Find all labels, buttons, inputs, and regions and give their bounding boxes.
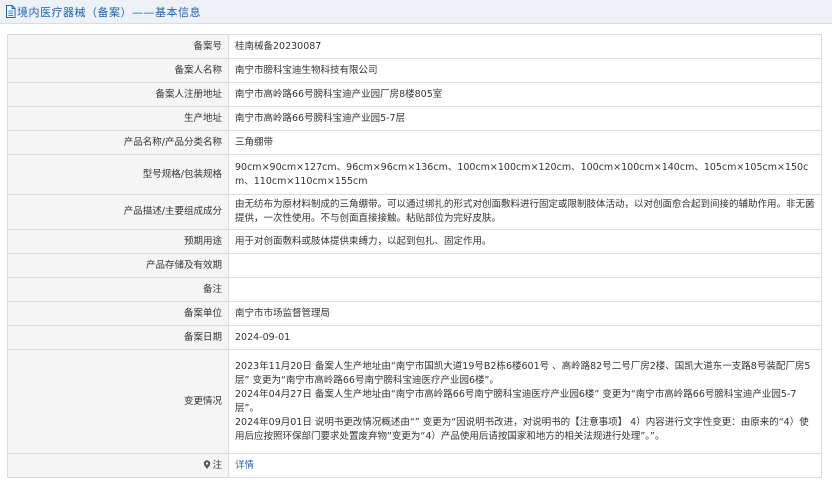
table-row: 注 详情 — [7, 453, 822, 478]
row-label: 生产地址 — [7, 106, 229, 131]
remark-value — [228, 277, 822, 302]
table-row: 产品描述/主要组成成分 由无纺布为原材料制成的三角绷带。可以通过绑扎的形式对创面… — [7, 194, 822, 230]
change-entry: 2023年11月20日 备案人生产地址由“南宁市国凯大道19号B2栋6楼601号… — [235, 360, 811, 386]
change-history-value: 2023年11月20日 备案人生产地址由“南宁市国凯大道19号B2栋6楼601号… — [228, 349, 822, 454]
table-row: 产品存储及有效期 — [7, 253, 822, 278]
registered-address-value: 南宁市高岭路66号膀科宝迪产业园厂房8楼805室 — [228, 82, 822, 107]
product-name-value: 三角绷带 — [228, 130, 822, 155]
table-row: 生产地址 南宁市高岭路66号膀科宝迪产业园5-7层 — [7, 106, 822, 131]
record-number-value: 桂南械备20230087 — [228, 34, 822, 59]
row-label: 产品名称/产品分类名称 — [7, 130, 229, 155]
table-row: 备案日期 2024-09-01 — [7, 325, 822, 350]
page-title: 境内医疗器械（备案）——基本信息 — [17, 5, 201, 19]
storage-value — [228, 253, 822, 278]
note-label: 注 — [7, 453, 229, 478]
row-label: 备案人注册地址 — [7, 82, 229, 107]
details-link[interactable]: 详情 — [235, 460, 254, 471]
intended-use-value: 用于对创面敷料或肢体提供束缚力，以起到包扎、固定作用。 — [228, 229, 822, 254]
registrant-value: 南宁市膀科宝迪生物科技有限公司 — [228, 58, 822, 83]
filing-unit-value: 南宁市市场监督管理局 — [228, 301, 822, 326]
table-row: 变更情况 2023年11月20日 备案人生产地址由“南宁市国凯大道19号B2栋6… — [7, 349, 822, 454]
table-row: 型号规格/包装规格 90cm×90cm×127cm、96cm×96cm×136c… — [7, 154, 822, 195]
row-label: 产品描述/主要组成成分 — [7, 194, 229, 230]
row-label: 备案单位 — [7, 301, 229, 326]
row-label: 备案号 — [7, 34, 229, 59]
row-label: 预期用途 — [7, 229, 229, 254]
info-table: 备案号 桂南械备20230087 备案人名称 南宁市膀科宝迪生物科技有限公司 备… — [7, 34, 822, 478]
row-label: 备案日期 — [7, 325, 229, 350]
table-row: 备案单位 南宁市市场监督管理局 — [7, 301, 822, 326]
production-address-value: 南宁市高岭路66号膀科宝迪产业园5-7层 — [228, 106, 822, 131]
row-label: 备注 — [7, 277, 229, 302]
page-header: 境内医疗器械（备案）——基本信息 — [0, 0, 832, 24]
note-value: 详情 — [228, 453, 822, 478]
row-label: 变更情况 — [7, 349, 229, 454]
document-icon — [6, 5, 16, 18]
table-row: 产品名称/产品分类名称 三角绷带 — [7, 130, 822, 155]
row-label: 备案人名称 — [7, 58, 229, 83]
table-row: 备案人注册地址 南宁市高岭路66号膀科宝迪产业园厂房8楼805室 — [7, 82, 822, 107]
note-label-text: 注 — [212, 459, 222, 471]
change-entry: 2024年09月01日 说明书更改情况概述由“” 变更为“因说明书改进，对说明书… — [235, 416, 809, 442]
row-label: 产品存储及有效期 — [7, 253, 229, 278]
table-row: 备注 — [7, 277, 822, 302]
table-row: 备案人名称 南宁市膀科宝迪生物科技有限公司 — [7, 58, 822, 83]
table-row: 备案号 桂南械备20230087 — [7, 34, 822, 59]
filing-date-value: 2024-09-01 — [228, 325, 822, 350]
table-row: 预期用途 用于对创面敷料或肢体提供束缚力，以起到包扎、固定作用。 — [7, 229, 822, 254]
description-value: 由无纺布为原材料制成的三角绷带。可以通过绑扎的形式对创面敷料进行固定或限制肢体活… — [228, 194, 822, 230]
change-entry: 2024年04月27日 备案人生产地址由“南宁市高岭路66号南宁膀科宝迪医疗产业… — [235, 388, 797, 414]
location-pin-icon — [204, 459, 211, 469]
model-spec-value: 90cm×90cm×127cm、96cm×96cm×136cm、100cm×10… — [228, 154, 822, 195]
row-label: 型号规格/包装规格 — [7, 154, 229, 195]
